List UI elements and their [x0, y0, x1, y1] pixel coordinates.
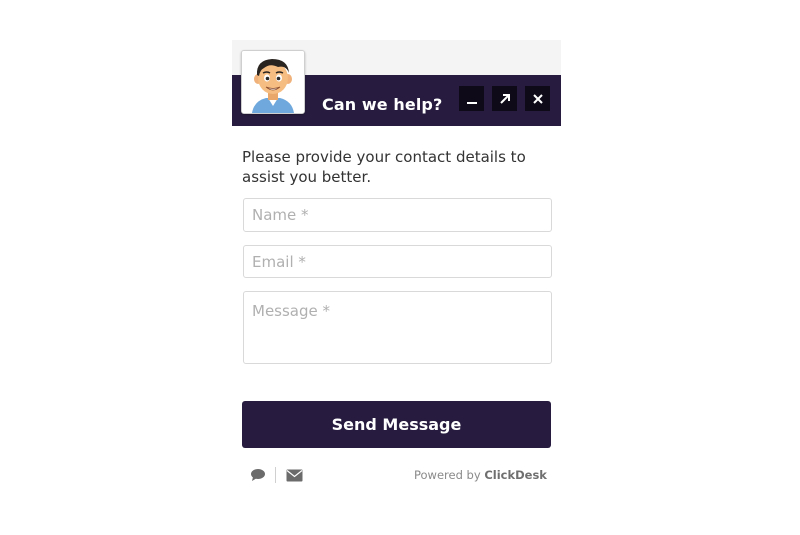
send-message-button[interactable]: Send Message [242, 401, 551, 448]
powered-by-text: Powered by ClickDesk [414, 468, 547, 482]
envelope-icon [286, 469, 303, 481]
minimize-button[interactable] [459, 86, 484, 111]
name-field[interactable] [243, 198, 552, 232]
chat-tab[interactable] [250, 468, 266, 482]
email-field[interactable] [243, 245, 552, 278]
message-field[interactable] [243, 291, 552, 364]
chat-bubble-icon [251, 469, 265, 481]
cartoon-agent-icon [242, 51, 304, 113]
email-tab[interactable] [286, 469, 303, 482]
close-icon [532, 93, 543, 104]
agent-avatar [241, 50, 305, 114]
chat-widget: Can we help? Please provide your contact… [232, 40, 561, 496]
close-button[interactable] [525, 86, 550, 111]
form-intro-text: Please provide your contact details to a… [242, 148, 526, 186]
footer-icon-bar [250, 466, 303, 484]
minimize-icon [466, 101, 477, 104]
header-title: Can we help? [322, 95, 443, 114]
popout-icon [499, 93, 510, 104]
popout-button[interactable] [492, 86, 517, 111]
footer-divider [275, 467, 276, 483]
clickdesk-brand-link[interactable]: ClickDesk [484, 468, 547, 482]
powered-by-prefix: Powered by [414, 468, 481, 482]
